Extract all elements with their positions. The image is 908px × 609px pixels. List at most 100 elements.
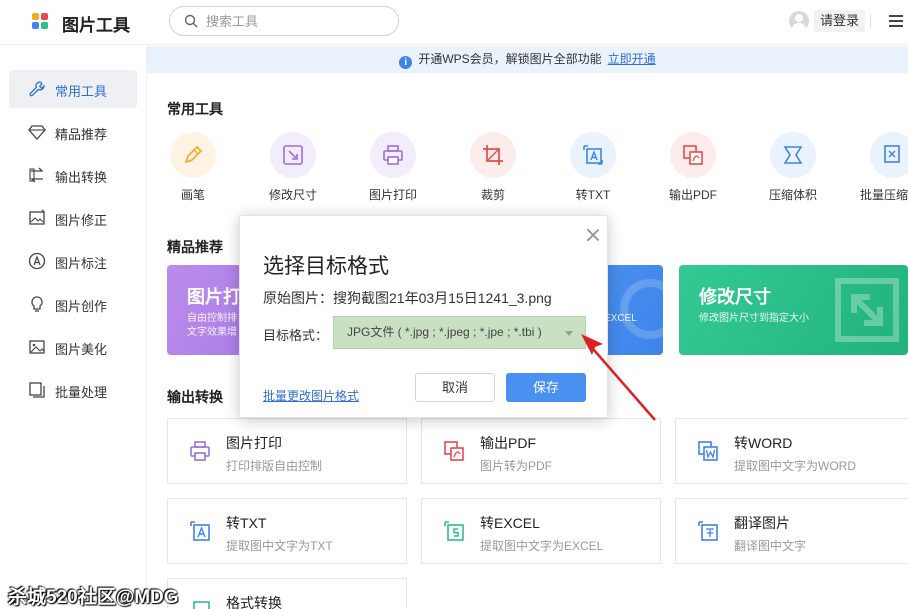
wrench-icon	[29, 81, 45, 97]
section-title-featured: 精品推荐	[167, 239, 223, 255]
vip-banner: i 开通WPS会员，解锁图片全部功能 立即开通	[147, 46, 908, 73]
source-image-label: 原始图片：搜狗截图21年03月15日1241_3.png	[263, 290, 552, 306]
printer-icon	[190, 441, 210, 461]
batch-icon	[29, 382, 45, 398]
section-title-common-tools: 常用工具	[167, 101, 223, 117]
conversion-card-txt[interactable]: 转TXT 提取图中文字为TXT	[167, 498, 407, 564]
tool-label: 批量压缩	[860, 188, 908, 202]
batch-compress-icon	[870, 132, 908, 178]
compress-icon	[770, 132, 816, 178]
tool-label: 压缩体积	[768, 188, 817, 202]
annotation-icon	[28, 252, 46, 270]
featured-card-subtitle: 自由控制排 文字效果增	[187, 313, 237, 338]
conversion-card-title: 输出PDF	[480, 435, 536, 451]
sidebar-item-image-fix[interactable]: 图片修正	[9, 199, 137, 237]
batch-change-format-link[interactable]: 批量更改图片格式	[263, 387, 359, 404]
conversion-card-title: 转WORD	[734, 435, 793, 451]
sidebar: 常用工具 精品推荐 输出转换 图片修正 图片标注 图片创作 图片美化 批量处理	[0, 46, 147, 609]
tool-resize[interactable]: 修改尺寸	[258, 132, 328, 202]
search-icon	[184, 14, 198, 28]
resize-icon	[270, 132, 316, 178]
excel-icon	[444, 521, 464, 541]
search-input[interactable]	[206, 12, 386, 30]
sidebar-item-label: 常用工具	[55, 84, 108, 99]
format-icon	[193, 601, 210, 609]
conversion-card-title: 转EXCEL	[480, 515, 540, 531]
diamond-icon	[28, 125, 46, 140]
conversion-card-title: 翻译图片	[734, 515, 790, 531]
app-logo-icon	[32, 13, 49, 30]
text-icon	[190, 521, 210, 541]
conversion-card-word[interactable]: 转WORD 提取图中文字为WORD	[675, 418, 908, 484]
crop-icon	[470, 132, 516, 178]
banner-link[interactable]: 立即开通	[608, 52, 656, 66]
translate-icon	[698, 521, 718, 541]
conversion-card-subtitle: 图片转为PDF	[480, 459, 553, 473]
featured-card-resize[interactable]: 修改尺寸 修改图片尺寸到指定大小	[679, 265, 908, 355]
sidebar-item-creation[interactable]: 图片创作	[9, 285, 137, 323]
conversion-card-subtitle: 翻译图中文字	[734, 539, 807, 553]
conversion-card-format[interactable]: 格式转换	[167, 578, 407, 609]
sidebar-item-featured[interactable]: 精品推荐	[9, 113, 137, 151]
pdf-icon	[444, 441, 464, 461]
featured-card-title: 图片打	[187, 287, 241, 307]
featured-card-title: 修改尺寸	[699, 287, 771, 307]
tool-pen[interactable]: 画笔	[158, 132, 228, 202]
tool-label: 输出PDF	[668, 188, 717, 202]
tool-label: 图片打印	[368, 188, 417, 202]
conversion-card-subtitle: 打印排版自由控制	[226, 459, 323, 473]
conversion-card-subtitle: 提取图中文字为TXT	[226, 539, 333, 553]
sidebar-item-annotation[interactable]: 图片标注	[9, 242, 137, 280]
sidebar-item-label: 图片创作	[55, 299, 108, 314]
info-icon: i	[399, 56, 413, 69]
conversion-card-pdf[interactable]: 输出PDF 图片转为PDF	[421, 418, 661, 484]
format-dialog: 选择目标格式 原始图片：搜狗截图21年03月15日1241_3.png 目标格式…	[239, 215, 608, 418]
header-divider	[870, 14, 871, 28]
sidebar-item-batch[interactable]: 批量处理	[9, 371, 137, 409]
annotation-arrow-icon	[581, 334, 656, 421]
conversion-card-title: 转TXT	[226, 515, 267, 531]
target-format-select[interactable]: JPG文件 ( *.jpg ; *.jpeg ; *.jpe ; *.tbi )	[333, 316, 586, 349]
featured-card-subtitle: 修改图片尺寸到指定大小	[699, 313, 809, 324]
chevron-down-icon	[565, 331, 573, 336]
section-title-conversion: 输出转换	[167, 389, 223, 405]
tool-batch-compress[interactable]: 批量压缩	[858, 132, 908, 202]
sidebar-item-label: 批量处理	[55, 385, 108, 400]
conversion-card-title: 图片打印	[226, 435, 282, 451]
sidebar-item-common-tools[interactable]: 常用工具	[9, 70, 137, 108]
bulb-icon	[31, 296, 43, 312]
tool-label: 画笔	[180, 188, 205, 202]
sidebar-item-label: 精品推荐	[55, 127, 108, 142]
tool-compress[interactable]: 压缩体积	[758, 132, 828, 202]
menu-icon[interactable]	[889, 15, 903, 27]
tool-to-txt[interactable]: 转TXT	[558, 132, 628, 202]
conversion-card-translate[interactable]: 翻译图片 翻译图中文字	[675, 498, 908, 564]
conversion-card-subtitle: 提取图中文字为WORD	[734, 459, 856, 473]
banner-text: 开通WPS会员，解锁图片全部功能	[418, 52, 602, 66]
sidebar-item-beautify[interactable]: 图片美化	[9, 328, 137, 366]
avatar[interactable]	[789, 11, 809, 31]
sidebar-item-output-convert[interactable]: 输出转换	[9, 156, 137, 194]
sidebar-item-label: 图片美化	[55, 342, 108, 357]
word-icon	[698, 441, 718, 461]
tool-label: 转TXT	[575, 188, 611, 202]
resize-icon	[835, 278, 899, 342]
conversion-card-excel[interactable]: 转EXCEL 提取图中文字为EXCEL	[421, 498, 661, 564]
close-icon[interactable]	[585, 227, 601, 243]
sidebar-item-label: 图片标注	[55, 256, 108, 271]
app-title: 图片工具	[62, 16, 130, 35]
tool-crop[interactable]: 裁剪	[458, 132, 528, 202]
pdf-icon	[670, 132, 716, 178]
tool-output-pdf[interactable]: 输出PDF	[658, 132, 728, 202]
target-format-label: 目标格式：	[263, 328, 329, 343]
conversion-card-print[interactable]: 图片打印 打印排版自由控制	[167, 418, 407, 484]
target-format-value: JPG文件 ( *.jpg ; *.jpeg ; *.jpe ; *.tbi )	[347, 325, 542, 339]
search-box[interactable]	[169, 6, 399, 36]
save-button[interactable]: 保存	[506, 373, 586, 402]
conversion-card-title: 格式转换	[226, 595, 282, 609]
tool-print[interactable]: 图片打印	[358, 132, 428, 202]
text-icon	[570, 132, 616, 178]
cancel-button[interactable]: 取消	[415, 373, 495, 402]
watermark: 杀城520社区@MDG	[8, 587, 179, 608]
login-button[interactable]: 请登录	[814, 10, 866, 32]
